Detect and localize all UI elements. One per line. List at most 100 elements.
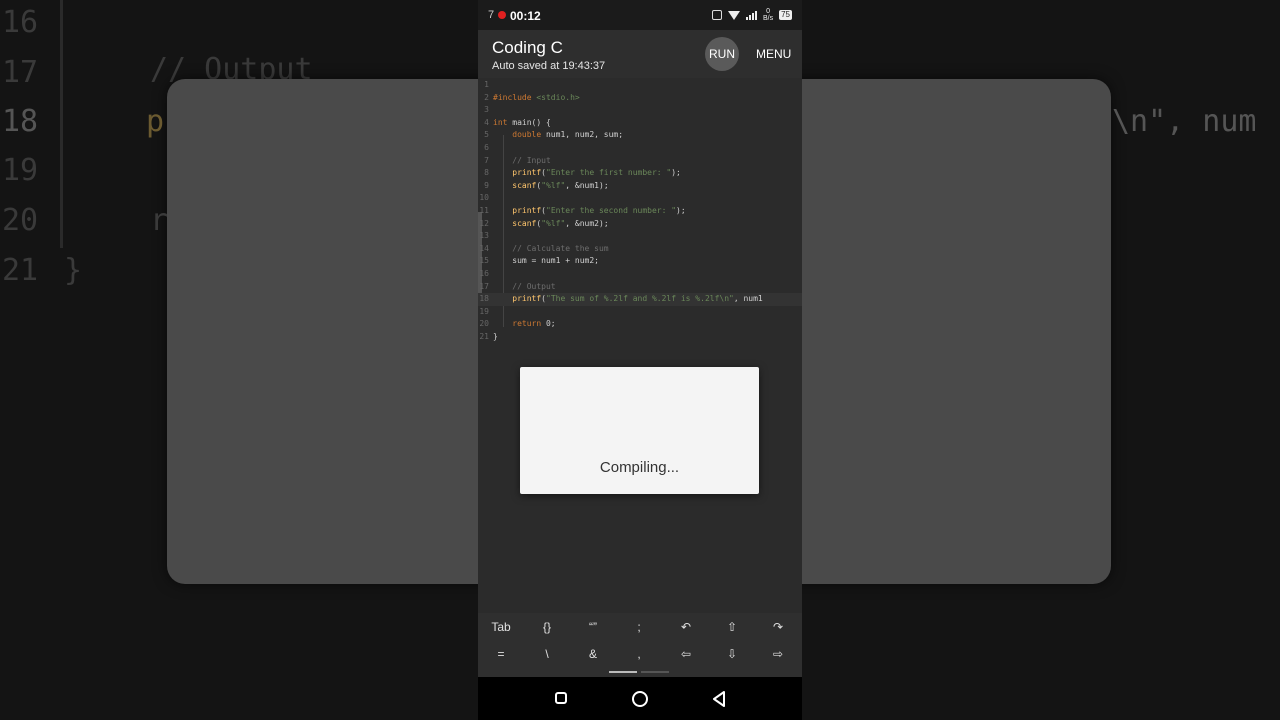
code-line[interactable]: 11 printf("Enter the second number: "); xyxy=(478,205,802,218)
extra-key[interactable]: ↶ xyxy=(663,614,709,640)
line-number: 15 xyxy=(479,256,489,266)
line-number: 16 xyxy=(479,269,489,278)
line-number: 5 xyxy=(484,130,489,140)
code-line[interactable]: 7 // Input xyxy=(478,155,802,168)
background-line-number: 21 xyxy=(2,253,39,288)
status-time: 00:12 xyxy=(510,9,541,23)
code-line[interactable]: 20 return 0; xyxy=(478,318,802,331)
extra-key[interactable]: ↷ xyxy=(755,614,801,640)
line-number: 10 xyxy=(479,193,489,203)
background-brace: } xyxy=(64,253,83,288)
back-icon[interactable] xyxy=(712,691,726,707)
code-line[interactable]: 17 // Output xyxy=(478,281,802,294)
code-line[interactable]: 15 sum = num1 + num2; xyxy=(478,255,802,268)
code-line[interactable]: 1 xyxy=(478,79,802,92)
background-line-number: 18 xyxy=(2,104,39,139)
extra-key[interactable]: ; xyxy=(616,614,662,640)
code-line[interactable]: 12 scanf("%lf", &num2); xyxy=(478,218,802,231)
line-number: 13 xyxy=(479,231,489,241)
code-editor[interactable]: 1 2 #include <stdio.h> 3 4 int main() { 5 doub… xyxy=(478,78,802,613)
code-text: scanf("%lf", &num2); xyxy=(512,218,609,228)
extra-key[interactable]: , xyxy=(616,641,662,667)
extra-key[interactable]: Tab xyxy=(478,614,524,640)
recents-icon[interactable] xyxy=(555,692,567,704)
line-number: 9 xyxy=(484,180,489,190)
extra-key[interactable]: ⇩ xyxy=(709,641,755,667)
extra-keys-bar: Tab{} “”; ↶ ⇧ ↷ = \ &, ⇦ ⇩ ⇨ xyxy=(478,613,802,677)
code-line[interactable]: 18 printf("The sum of %.2lf and %.2lf is… xyxy=(478,293,802,306)
app-bar: Coding C Auto saved at 19:43:37 RUN MENU xyxy=(478,30,802,78)
menu-button[interactable]: MENU xyxy=(756,47,791,61)
line-number: 19 xyxy=(479,306,489,316)
code-line[interactable]: 21} xyxy=(478,331,802,344)
code-text: int main() { xyxy=(493,117,551,127)
network-rate: 0 B/s xyxy=(763,8,773,22)
line-number: 2 xyxy=(484,92,489,102)
network-rate-value: 0 xyxy=(766,8,770,15)
home-icon[interactable] xyxy=(632,691,648,707)
background-line-number: 19 xyxy=(2,153,39,188)
line-number: 8 xyxy=(484,168,489,178)
code-line[interactable]: 14 // Calculate the sum xyxy=(478,243,802,256)
code-line[interactable]: 13 xyxy=(478,230,802,243)
code-text: sum = num1 + num2; xyxy=(493,256,599,266)
autosave-status: Auto saved at 19:43:37 xyxy=(492,60,606,72)
background-line-number: 20 xyxy=(2,203,39,238)
code-text: } xyxy=(493,332,498,341)
code-text: printf("Enter the second number: "); xyxy=(512,206,686,215)
code-line[interactable]: 5 double num1, num2, sum; xyxy=(478,129,802,142)
extra-key[interactable]: {} xyxy=(524,614,570,640)
code-line[interactable]: 19 xyxy=(478,306,802,319)
code-text: // Output xyxy=(493,281,556,291)
background-code-fragment: r xyxy=(150,203,169,238)
compiling-dialog: Compiling... xyxy=(520,367,759,494)
line-number: 17 xyxy=(479,281,489,291)
extra-key[interactable]: \ xyxy=(524,641,570,667)
extra-key[interactable]: = xyxy=(478,641,524,667)
code-text: // Calculate the sum xyxy=(493,243,609,253)
keybar-page-indicator-active xyxy=(609,671,637,673)
code-line[interactable]: 6 xyxy=(478,142,802,155)
code-text: printf("Enter the first number: "); xyxy=(512,168,681,178)
battery-icon: 75 xyxy=(779,10,792,20)
extra-key[interactable]: ⇨ xyxy=(755,641,801,667)
code-line[interactable]: 10 xyxy=(478,192,802,205)
signal-icon xyxy=(745,10,757,20)
navigation-bar xyxy=(478,677,802,720)
wifi-icon xyxy=(727,10,740,20)
compiling-message: Compiling... xyxy=(599,459,680,476)
app-title: Coding C xyxy=(492,38,563,57)
code-line[interactable]: 9 scanf("%lf", &num1); xyxy=(478,180,802,193)
extra-key[interactable]: “” xyxy=(570,614,616,640)
line-number: 4 xyxy=(484,117,489,127)
code-text: return 0; xyxy=(512,319,556,329)
status-left-digit: 7 xyxy=(488,9,495,21)
code-text: scanf("%lf", &num1); xyxy=(512,180,609,190)
run-button[interactable]: RUN xyxy=(705,37,739,71)
line-number: 18 xyxy=(479,294,489,304)
line-number: 6 xyxy=(484,143,489,152)
phone-screen: 7 00:12 0 B/s 75 Coding C Auto saved at … xyxy=(478,0,802,720)
code-line[interactable]: 4 int main() { xyxy=(478,117,802,130)
cast-icon xyxy=(711,10,722,20)
status-bar: 7 00:12 0 B/s 75 xyxy=(478,0,802,30)
code-line[interactable]: 2 #include <stdio.h> xyxy=(478,92,802,105)
extra-key[interactable]: ⇦ xyxy=(663,641,709,667)
line-number: 14 xyxy=(479,243,489,253)
background-line-number: 16 xyxy=(2,5,39,40)
code-text: // Input xyxy=(493,155,551,165)
network-rate-unit: B/s xyxy=(762,15,774,22)
code-text: double num1, num2, sum; xyxy=(512,130,624,140)
code-line[interactable]: 16 xyxy=(478,268,802,281)
status-icons: 0 B/s 75 xyxy=(711,8,792,22)
extra-key[interactable]: ⇧ xyxy=(709,614,755,640)
background-code-right: \n", num xyxy=(1112,104,1257,139)
code-text: printf("The sum of %.2lf and %.2lf is %.… xyxy=(512,294,763,304)
code-text: #include <stdio.h> xyxy=(493,92,580,102)
recording-dot-icon xyxy=(498,11,506,19)
code-line[interactable]: 3 xyxy=(478,104,802,117)
extra-key[interactable]: & xyxy=(570,641,616,667)
code-line[interactable]: 8 printf("Enter the first number: "); xyxy=(478,167,802,180)
background-line-number: 17 xyxy=(2,55,39,90)
line-number: 21 xyxy=(479,332,489,341)
